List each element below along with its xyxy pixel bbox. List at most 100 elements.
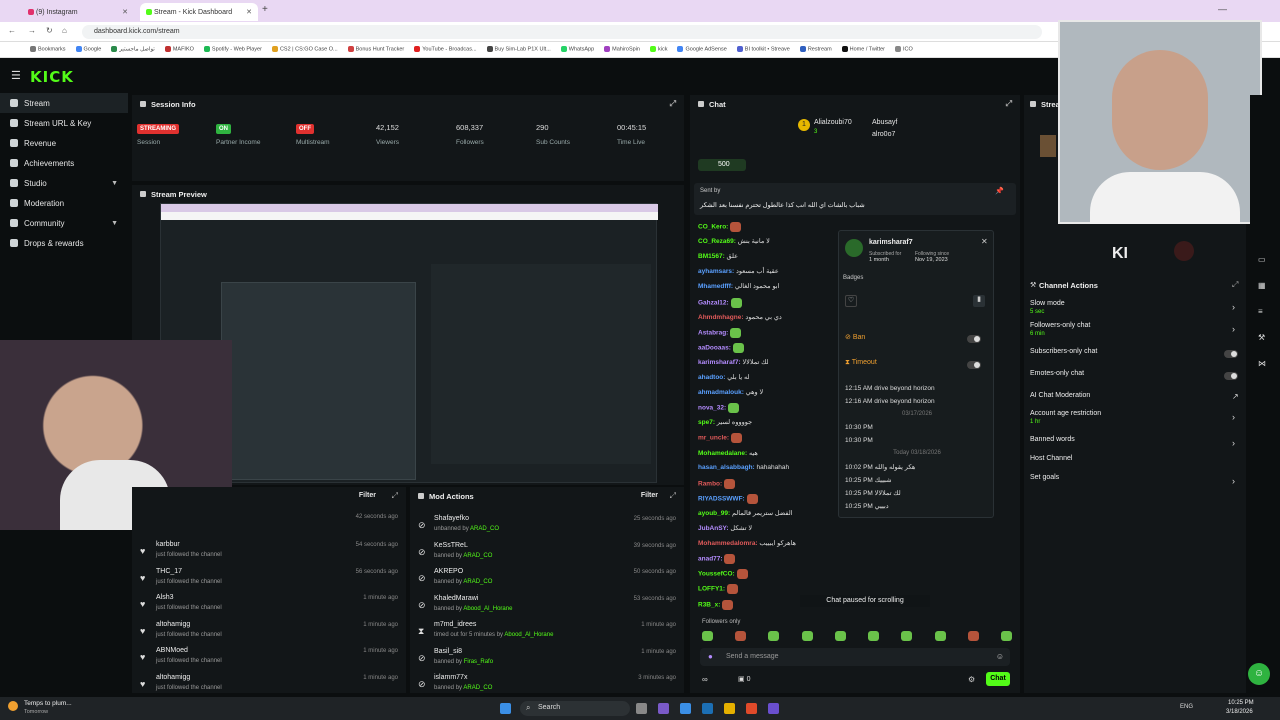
channel-action-row[interactable]: Followers-only chat 6 min: [1030, 322, 1090, 337]
chat-message[interactable]: CO_Kero:: [698, 222, 742, 232]
timeout-action[interactable]: ⧗ Timeout: [845, 359, 877, 367]
emote-icon[interactable]: [901, 631, 913, 641]
tab-kick-dashboard[interactable]: Stream - Kick Dashboard ✕: [140, 3, 258, 21]
chat-message[interactable]: R3B_x:: [698, 599, 734, 610]
close-icon[interactable]: ✕: [246, 8, 252, 16]
expand-icon[interactable]: ⤢: [1232, 280, 1238, 290]
chat-paused-notice[interactable]: Chat paused for scrolling: [800, 595, 930, 607]
bookmark-item[interactable]: CS2 | CS:GO Case O...: [271, 46, 338, 53]
mod-action-row[interactable]: ⊘ AKREPO banned by ARAD_CO 50 seconds ago: [410, 564, 684, 590]
bookmark-item[interactable]: YouTube - Broadcas...: [414, 46, 477, 53]
discord-icon[interactable]: [768, 703, 779, 714]
expand-icon[interactable]: ⤢: [670, 99, 676, 109]
sidebar-item-revenue[interactable]: Revenue: [0, 133, 128, 153]
timeout-toggle[interactable]: [967, 361, 981, 369]
activity-row[interactable]: ♥ THC_17 just followed the channel 56 secon…: [132, 564, 406, 590]
taskbar-search[interactable]: ⌕ Search: [520, 701, 630, 716]
chat-message[interactable]: nova_32:: [698, 403, 739, 414]
chevron-right-icon[interactable]: ›: [1232, 438, 1235, 448]
ban-toggle[interactable]: [967, 335, 981, 343]
channel-action-row[interactable]: Set goals: [1030, 474, 1059, 481]
bookmark-item[interactable]: Home / Twitter: [841, 46, 885, 53]
chat-message[interactable]: LOFFY1:: [698, 584, 738, 595]
chat-message[interactable]: mr_uncle:: [698, 433, 742, 444]
bookmark-item[interactable]: تواصل ماجستير: [111, 46, 155, 53]
top-gifter-2[interactable]: Abusayf: [872, 119, 897, 126]
chat-message[interactable]: ahadtoo: له يا بلي: [698, 373, 750, 381]
top-gifter-1[interactable]: Alialzoubi70: [814, 119, 852, 126]
chevron-right-icon[interactable]: ›: [1232, 412, 1235, 422]
pin-icon[interactable]: 📌: [995, 187, 1004, 195]
activity-row[interactable]: ♥ Alsh3 just followed the channel 1 minute …: [132, 590, 406, 616]
chat-message[interactable]: Gahzal12:: [698, 297, 742, 308]
chat-message[interactable]: Rambo:: [698, 478, 736, 489]
activity-row[interactable]: ♥ altohamigg just followed the channel 1 mi…: [132, 617, 406, 643]
chevron-right-icon[interactable]: ›: [1232, 476, 1235, 486]
folder-icon[interactable]: [724, 703, 735, 714]
chat-message[interactable]: hasan_alsabbagh: hahahahah: [698, 464, 789, 471]
chat-send-button[interactable]: Chat: [986, 672, 1010, 686]
bookmark-item[interactable]: Bonus Hunt Tracker: [347, 46, 404, 53]
home-icon[interactable]: ⌂: [62, 26, 67, 35]
reload-icon[interactable]: ↻: [46, 26, 53, 35]
sidebar-item-stream[interactable]: Stream: [0, 93, 128, 113]
chat-message[interactable]: BM1567: علق: [698, 252, 738, 260]
expand-icon[interactable]: ⤢: [1006, 99, 1012, 109]
emote-icon[interactable]: [834, 631, 846, 641]
wrench-icon[interactable]: ⚒: [1258, 333, 1265, 342]
menu-icon[interactable]: ☰: [11, 69, 21, 82]
ban-action[interactable]: ⊘ Ban: [845, 333, 865, 341]
minimize-button[interactable]: —: [1218, 4, 1227, 14]
close-icon[interactable]: ✕: [981, 237, 988, 246]
bookmark-item[interactable]: Google: [75, 46, 101, 53]
activity-row[interactable]: ♥ ABNMoed just followed the channel 1 minut…: [132, 643, 406, 669]
heart-icon[interactable]: ♡: [845, 295, 857, 307]
emote-icon[interactable]: [967, 631, 979, 641]
forward-icon[interactable]: →: [28, 26, 36, 35]
mod-action-row[interactable]: ⊘ islamm77x banned by ARAD_CO 3 minutes ago: [410, 670, 684, 696]
chevron-right-icon[interactable]: ›: [1232, 324, 1235, 334]
bookmark-item[interactable]: BI toolkit • Streave: [736, 46, 790, 53]
chat-message[interactable]: CO_Reza69: لا مانية بنش: [698, 237, 770, 245]
expand-icon[interactable]: ⤢: [392, 491, 398, 501]
sidebar-item-community[interactable]: Community ▼: [0, 213, 128, 233]
bookmark-item[interactable]: Restream: [799, 46, 832, 53]
share-icon[interactable]: ⋈: [1258, 359, 1266, 368]
chat-input[interactable]: Send a message: [726, 653, 779, 660]
emote-icon[interactable]: [801, 631, 813, 641]
emote-icon[interactable]: [702, 631, 713, 641]
emote-icon[interactable]: [735, 631, 747, 641]
stream-preview-video[interactable]: [160, 203, 658, 483]
chat-message[interactable]: anad77:: [698, 554, 736, 565]
mod-action-row[interactable]: ⊘ KeSsTReL banned by ARAD_CO 39 seconds ago: [410, 538, 684, 564]
grid-icon[interactable]: ▦: [1258, 281, 1266, 290]
back-icon[interactable]: ←: [8, 26, 16, 35]
chat-message[interactable]: RIYADSSWWF:: [698, 493, 758, 504]
chevron-right-icon[interactable]: ›: [1232, 302, 1235, 312]
new-tab-button[interactable]: +: [262, 4, 268, 15]
sidebar-item-moderation[interactable]: Moderation: [0, 193, 128, 213]
chat-message[interactable]: Astabrag:: [698, 327, 742, 338]
chrome-icon[interactable]: [746, 703, 757, 714]
setting-toggle[interactable]: [1224, 372, 1238, 380]
channel-action-row[interactable]: Banned words: [1030, 436, 1075, 443]
sidebar-item-drops-rewards[interactable]: Drops & rewards: [0, 233, 128, 253]
bookmark-item[interactable]: Bookmarks: [30, 46, 66, 53]
chat-message[interactable]: Mhamedfff: ابو محمود الغالي: [698, 282, 779, 290]
activity-filter-button[interactable]: Filter: [359, 492, 376, 499]
emote-icon[interactable]: [868, 631, 880, 641]
chat-message[interactable]: spe7: جووووه لسير: [698, 418, 752, 426]
edge-icon[interactable]: [702, 703, 713, 714]
setting-toggle[interactable]: [1224, 350, 1238, 358]
activity-row[interactable]: ♥ karbbur just followed the channel 54 seco…: [132, 537, 406, 563]
emote-icon[interactable]: [1000, 631, 1012, 641]
channel-action-row[interactable]: Account age restriction 1 hr: [1030, 410, 1101, 425]
chat-message[interactable]: karimsharaf7: لك تملالالا: [698, 358, 769, 366]
expand-icon[interactable]: ⤢: [670, 491, 676, 501]
top-gifter-3[interactable]: alro0o7: [872, 131, 895, 138]
windows-start-icon[interactable]: [500, 703, 511, 714]
sidebar-item-achievements[interactable]: Achievements: [0, 153, 128, 173]
viewer-link-icon[interactable]: ∞: [702, 675, 708, 684]
points-counter[interactable]: ▣ 0: [738, 675, 750, 683]
app-icon[interactable]: [658, 703, 669, 714]
